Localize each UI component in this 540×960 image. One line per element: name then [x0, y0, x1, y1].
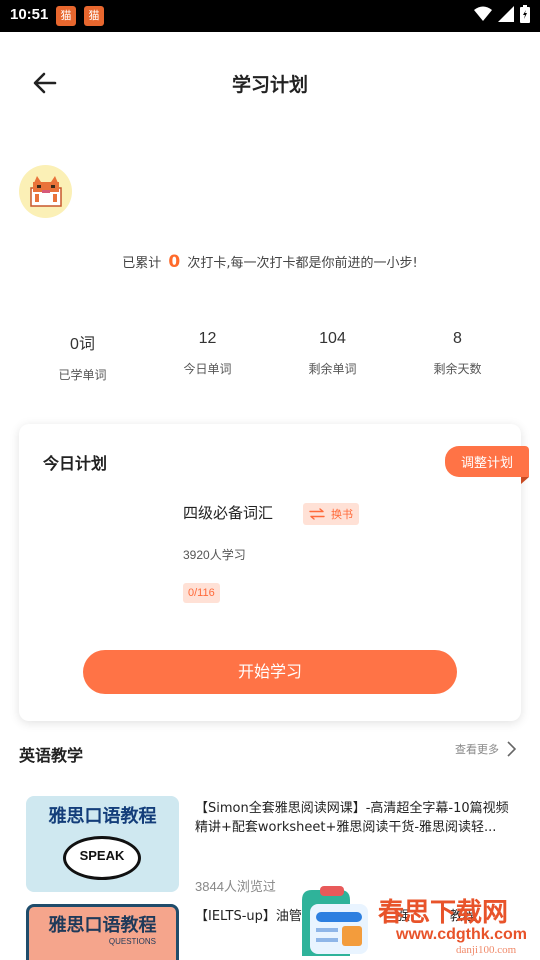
watermark-logo [296, 886, 368, 960]
status-time: 10:51 [10, 6, 49, 23]
thumbnail-title: 雅思口语教程 [48, 915, 157, 936]
app-logo-icon [302, 886, 368, 956]
streak-count: 0 [168, 252, 181, 272]
stat-value: 8 [453, 330, 462, 347]
learner-count: 3920人学习 [183, 548, 246, 562]
battery-icon [520, 5, 530, 23]
stat-label: 已学单词 [58, 368, 107, 382]
stat-remaining-days: 8 剩余天数 [395, 330, 520, 383]
course-list-item[interactable]: 雅思口语教程 SPEAK 【Simon全套雅思阅读网课】-高清超全字幕-10篇视… [0, 796, 540, 896]
start-learning-button[interactable]: 开始学习 [83, 650, 457, 694]
stat-label: 剩余单词 [308, 362, 357, 376]
system-icons [474, 5, 530, 23]
view-more-link[interactable]: 查看更多 [455, 741, 516, 757]
stat-learned: 0词 已学单词 [20, 330, 145, 383]
course-thumbnail: 雅思口语教程 QUESTIONS [26, 904, 179, 960]
top-nav: 学习计划 [0, 32, 540, 136]
watermark-url: www.cdgthk.com [396, 926, 527, 943]
plan-progress: 0/116 [183, 583, 220, 603]
wifi-icon [474, 6, 492, 21]
page-title: 学习计划 [231, 74, 308, 96]
avatar [19, 165, 72, 218]
stat-label: 剩余天数 [433, 362, 482, 376]
swap-icon [309, 508, 325, 520]
course-views: 3844人浏览过 [195, 879, 276, 894]
stats-row: 0词 已学单词 12 今日单词 104 剩余单词 8 剩余天数 [20, 330, 520, 383]
course-title: 【Simon全套雅思阅读网课】-高清超全字幕-10篇视频精讲+配套workshe… [195, 801, 509, 835]
course-title-text: 【IELTS-up】油管 [195, 909, 302, 924]
notification-app-icon: 猫 [84, 6, 104, 26]
signal-icon [498, 6, 514, 22]
view-more-label: 查看更多 [455, 743, 499, 756]
watermark-text: 春思下载网 [378, 898, 509, 928]
stat-label: 今日单词 [183, 362, 232, 376]
swap-book-label: 换书 [331, 508, 353, 521]
notification-app-icon: 猫 [56, 6, 76, 26]
thumbnail-tag: QUESTIONS [108, 937, 156, 946]
stat-value: 0词 [70, 336, 95, 353]
swap-book-button[interactable]: 换书 [303, 503, 359, 525]
section-title: 英语教学 [19, 746, 84, 765]
status-bar: 10:51 猫 猫 [0, 0, 540, 32]
streak-message: 已累计 0 次打卡,每一次打卡都是你前进的一小步! [0, 252, 540, 272]
thumbnail-title: 雅思口语教程 [48, 806, 157, 827]
stat-value: 12 [198, 330, 217, 347]
stat-value: 104 [319, 330, 346, 347]
course-thumbnail: 雅思口语教程 SPEAK [26, 796, 179, 892]
stat-remaining-words: 104 剩余单词 [270, 330, 395, 383]
plan-title: 今日计划 [43, 454, 108, 473]
streak-suffix: 次打卡,每一次打卡都是你前进的一小步! [187, 256, 418, 271]
watermark: 春思下载网 www.cdgthk.com danji100.com [296, 886, 540, 960]
chevron-right-icon [507, 741, 516, 757]
cat-avatar-icon [29, 175, 62, 207]
today-plan-card: 今日计划 调整计划 四级必备词汇 换书 3920人学习 0/116 开始学习 [19, 424, 530, 721]
thumbnail-tag: SPEAK [79, 848, 125, 863]
adjust-plan-button[interactable]: 调整计划 [444, 446, 530, 484]
stat-today: 12 今日单词 [145, 330, 270, 383]
streak-prefix: 已累计 [122, 256, 162, 271]
book-name: 四级必备词汇 [183, 504, 274, 522]
watermark-sub: danji100.com [456, 944, 517, 956]
